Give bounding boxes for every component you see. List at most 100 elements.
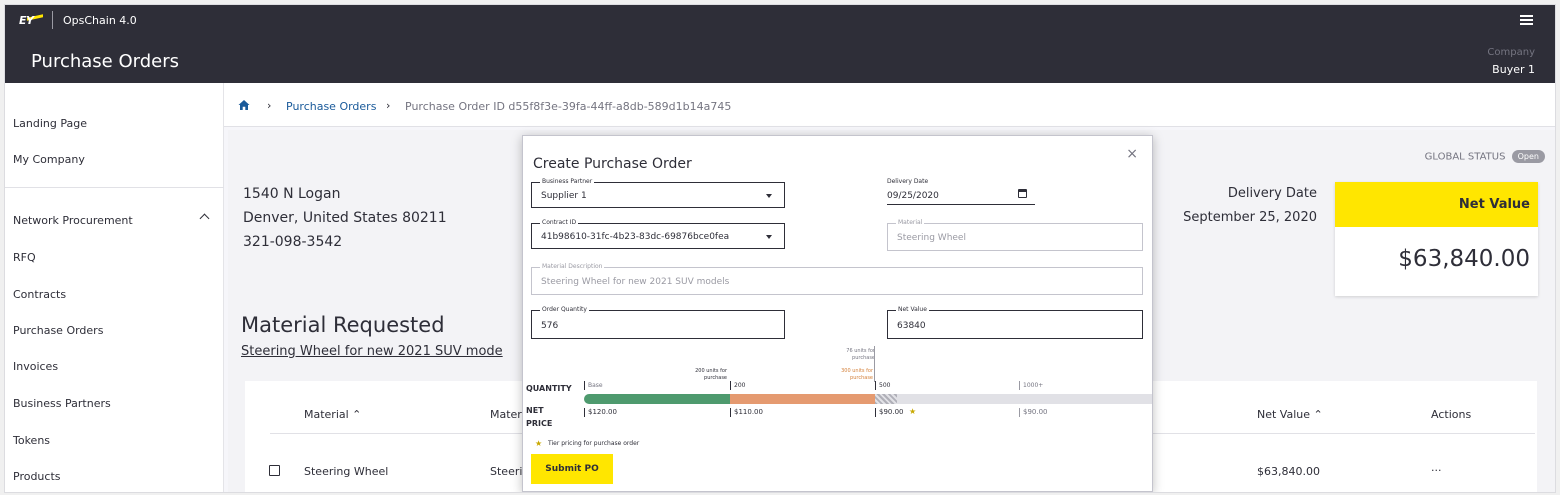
- material-requested-title: Material Requested: [241, 313, 445, 337]
- sidebar-item-network-procurement[interactable]: Network Procurement: [13, 214, 133, 227]
- star-icon: ★: [535, 439, 543, 448]
- cell-material: Steering Wheel: [304, 465, 389, 478]
- dialog-title: Create Purchase Order: [533, 156, 692, 172]
- tier-qty-1000: 1000+: [1019, 381, 1051, 390]
- delivery-date-field[interactable]: Delivery Date 09/25/2020: [887, 174, 1035, 205]
- note-300-units: 300 units for purchase: [841, 368, 873, 381]
- tier-bar-200: [730, 394, 875, 404]
- material-description-link[interactable]: Steering Wheel for new 2021 SUV mode: [241, 344, 503, 359]
- sidebar-item-my-company[interactable]: My Company: [13, 153, 85, 166]
- column-header-net-value[interactable]: Net Value ⌃: [1257, 408, 1323, 421]
- hamburger-menu-icon[interactable]: [1520, 15, 1533, 25]
- logo-text: EY: [19, 14, 34, 27]
- sidebar-item-purchase-orders[interactable]: Purchase Orders: [13, 324, 103, 337]
- order-quantity-label: Order Quantity: [540, 306, 589, 313]
- net-value-card: Net Value $63,840.00: [1335, 182, 1538, 296]
- sidebar-item-contracts[interactable]: Contracts: [13, 288, 66, 301]
- company-value: Buyer 1: [1492, 63, 1535, 76]
- column-header-material-description[interactable]: Materi: [490, 408, 525, 421]
- chevron-right-icon: ›: [386, 99, 391, 112]
- net-value-input[interactable]: Net Value 63840: [887, 306, 1143, 339]
- page-title: Purchase Orders: [31, 51, 179, 72]
- sidebar: Landing Page My Company Network Procurem…: [5, 83, 224, 492]
- row-checkbox[interactable]: [269, 465, 280, 476]
- tier-qty-200: 200: [730, 381, 754, 390]
- net-value-label: Net Value: [896, 306, 929, 313]
- sidebar-item-business-partners[interactable]: Business Partners: [13, 397, 111, 410]
- tier-qty-base: Base: [584, 381, 614, 390]
- material-description-value: Steering Wheel for new 2021 SUV models: [541, 277, 730, 287]
- order-quantity-input[interactable]: Order Quantity 576: [531, 306, 785, 339]
- home-icon[interactable]: [238, 99, 250, 111]
- delivery-date-value: September 25, 2020: [1183, 210, 1317, 225]
- tier-price-200: $110.00: [730, 408, 763, 417]
- tier-price-500: $90.00: [875, 408, 904, 417]
- delivery-date-label: Delivery Date: [1227, 186, 1317, 201]
- tier-pricing-note: Tier pricing for purchase order: [548, 440, 640, 447]
- global-status: GLOBAL STATUS Open: [1425, 150, 1545, 163]
- address-line-2: Denver, United States 80211: [243, 210, 447, 226]
- net-value-label: Net Value: [1458, 197, 1530, 212]
- sidebar-item-products[interactable]: Products: [13, 470, 61, 483]
- status-badge: Open: [1511, 150, 1545, 163]
- quantity-label: QUANTITY: [526, 384, 572, 393]
- cell-material-description: Steeri: [490, 465, 523, 478]
- net-value-value: 63840: [897, 321, 926, 331]
- calendar-icon[interactable]: [1018, 189, 1027, 198]
- order-quantity-value: 576: [541, 321, 559, 331]
- address-line-1: 1540 N Logan: [243, 186, 341, 202]
- contract-id-value: 41b98610-31fc-4b23-83dc-69876bce0fea: [541, 232, 730, 242]
- chevron-up-icon[interactable]: [199, 213, 210, 224]
- net-value-header: Net Value: [1335, 182, 1538, 227]
- star-icon: ★: [909, 407, 917, 416]
- material-field: Material Steering Wheel: [887, 219, 1143, 251]
- delivery-date-label: Delivery Date: [887, 178, 929, 185]
- material-description-field: Material Description Steering Wheel for …: [531, 263, 1143, 295]
- submit-po-button[interactable]: Submit PO: [531, 454, 613, 484]
- chevron-down-icon: [766, 235, 772, 239]
- tier-bar-500-partial: [875, 394, 897, 404]
- business-partner-value: Supplier 1: [541, 191, 587, 201]
- contract-id-label: Contract ID: [540, 219, 579, 226]
- global-status-label: GLOBAL STATUS: [1424, 151, 1506, 163]
- net-value-amount: $63,840.00: [1398, 246, 1530, 272]
- sidebar-item-tokens[interactable]: Tokens: [13, 434, 50, 447]
- material-description-label: Material Description: [540, 263, 605, 270]
- column-header-material[interactable]: Material ⌃: [304, 408, 361, 421]
- app-frame: EY OpsChain 4.0 Purchase Orders Company …: [4, 4, 1556, 493]
- business-partner-label: Business Partner: [540, 178, 595, 185]
- sidebar-item-invoices[interactable]: Invoices: [13, 360, 58, 373]
- tier-pricing-chart: QUANTITY NET PRICE Base 200 500 1000+ 20…: [523, 336, 1154, 448]
- note-200-units: 200 units for purchase: [695, 368, 727, 381]
- breadcrumb-current: Purchase Order ID d55f8f3e-39fa-44ff-a8d…: [405, 100, 732, 113]
- tier-tick: [874, 346, 875, 382]
- column-header-actions: Actions: [1431, 408, 1472, 421]
- breadcrumb: › Purchase Orders › Purchase Order ID d5…: [224, 83, 1555, 127]
- close-icon[interactable]: ×: [1126, 146, 1138, 162]
- tier-price-base: $120.00: [584, 408, 617, 417]
- tier-bar-base: [584, 394, 730, 404]
- breadcrumb-link-purchase-orders[interactable]: Purchase Orders: [286, 100, 376, 113]
- tier-bar-remaining: [875, 394, 1152, 404]
- phone-number: 321-098-3542: [243, 234, 343, 250]
- net-price-label-line1: NET: [526, 406, 544, 415]
- note-76-units: 76 units for purchase: [846, 348, 875, 361]
- chevron-right-icon: ›: [267, 99, 272, 112]
- business-partner-select[interactable]: Business Partner Supplier 1: [531, 178, 785, 208]
- app-name: OpsChain 4.0: [63, 14, 137, 27]
- row-actions-menu[interactable]: ...: [1431, 461, 1442, 474]
- header-divider: [52, 11, 53, 29]
- contract-id-select[interactable]: Contract ID 41b98610-31fc-4b23-83dc-6987…: [531, 219, 785, 249]
- company-label: Company: [1487, 47, 1535, 58]
- net-price-label-line2: PRICE: [526, 419, 553, 428]
- top-header: EY OpsChain 4.0 Purchase Orders Company …: [5, 5, 1555, 83]
- material-value: Steering Wheel: [897, 233, 966, 243]
- material-label: Material: [896, 219, 925, 226]
- create-purchase-order-dialog: Create Purchase Order × Business Partner…: [522, 135, 1153, 492]
- sidebar-item-landing-page[interactable]: Landing Page: [13, 117, 87, 130]
- tier-price-1000: $90.00: [1019, 408, 1048, 417]
- chevron-down-icon: [766, 194, 772, 198]
- delivery-date-value: 09/25/2020: [887, 191, 939, 201]
- sidebar-item-rfq[interactable]: RFQ: [13, 251, 36, 264]
- cell-net-value: $63,840.00: [1257, 465, 1320, 478]
